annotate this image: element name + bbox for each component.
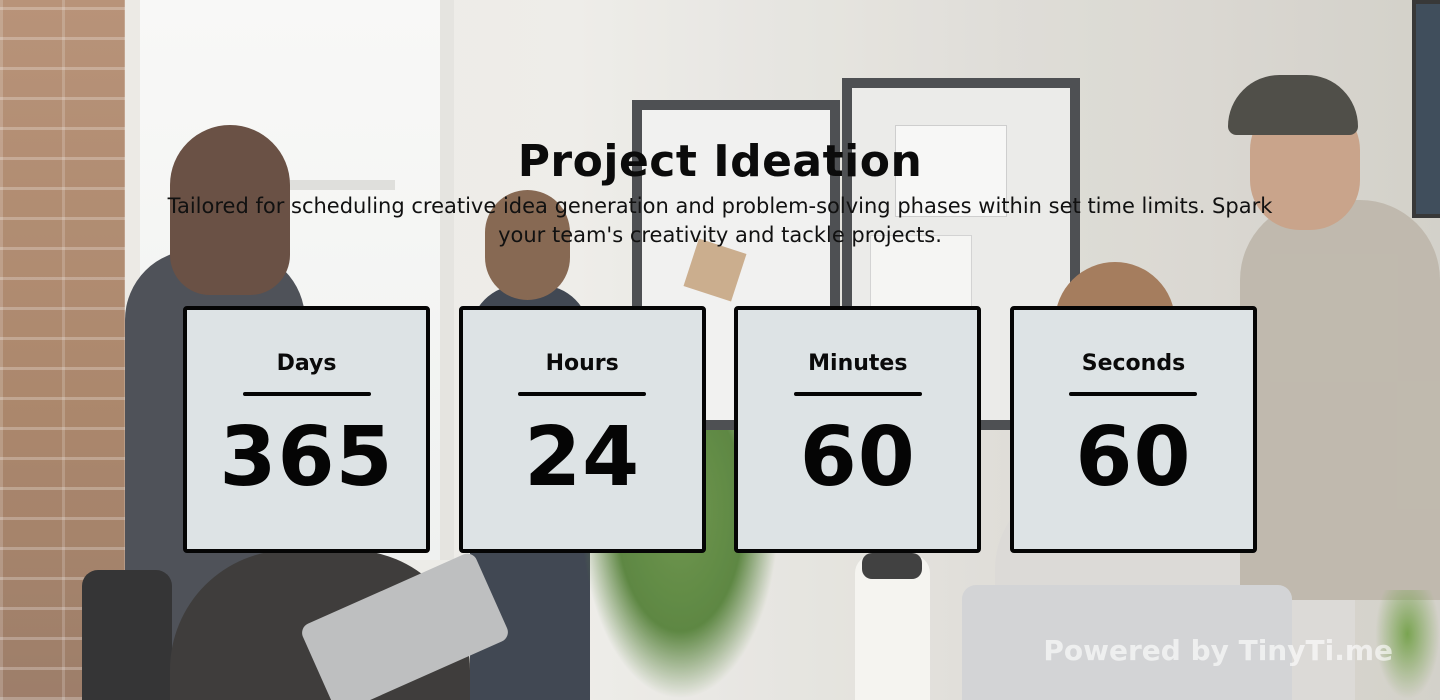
timer-card-days: Days 365: [183, 306, 430, 553]
timer-value-hours: 24: [524, 410, 641, 505]
timer-label-hours: Hours: [545, 351, 619, 376]
page-description: Tailored for scheduling creative idea ge…: [167, 194, 1273, 247]
powered-by-link[interactable]: Powered by TinyTi.me: [1043, 632, 1393, 670]
timer-label-minutes: Minutes: [808, 351, 908, 376]
timer-value-days: 365: [219, 410, 394, 505]
timer-value-seconds: 60: [1075, 410, 1192, 505]
timer-card-hours: Hours 24: [458, 306, 706, 553]
timer-card-seconds: Seconds 60: [1009, 306, 1257, 553]
countdown-timer: Days 365 Hours 24 Minutes 60 Seconds 60: [183, 306, 1257, 553]
timer-divider: [1069, 392, 1198, 396]
countdown-page: Project Ideation Tailored for scheduling…: [0, 0, 1440, 700]
page-title: Project Ideation: [517, 136, 923, 187]
timer-card-minutes: Minutes 60: [734, 306, 982, 553]
countdown-header: Project Ideation Tailored for scheduling…: [0, 134, 1440, 250]
timer-divider: [518, 392, 647, 396]
timer-label-seconds: Seconds: [1081, 351, 1186, 376]
timer-divider: [242, 392, 371, 396]
timer-label-days: Days: [276, 351, 337, 376]
timer-value-minutes: 60: [799, 410, 916, 505]
timer-divider: [793, 392, 922, 396]
